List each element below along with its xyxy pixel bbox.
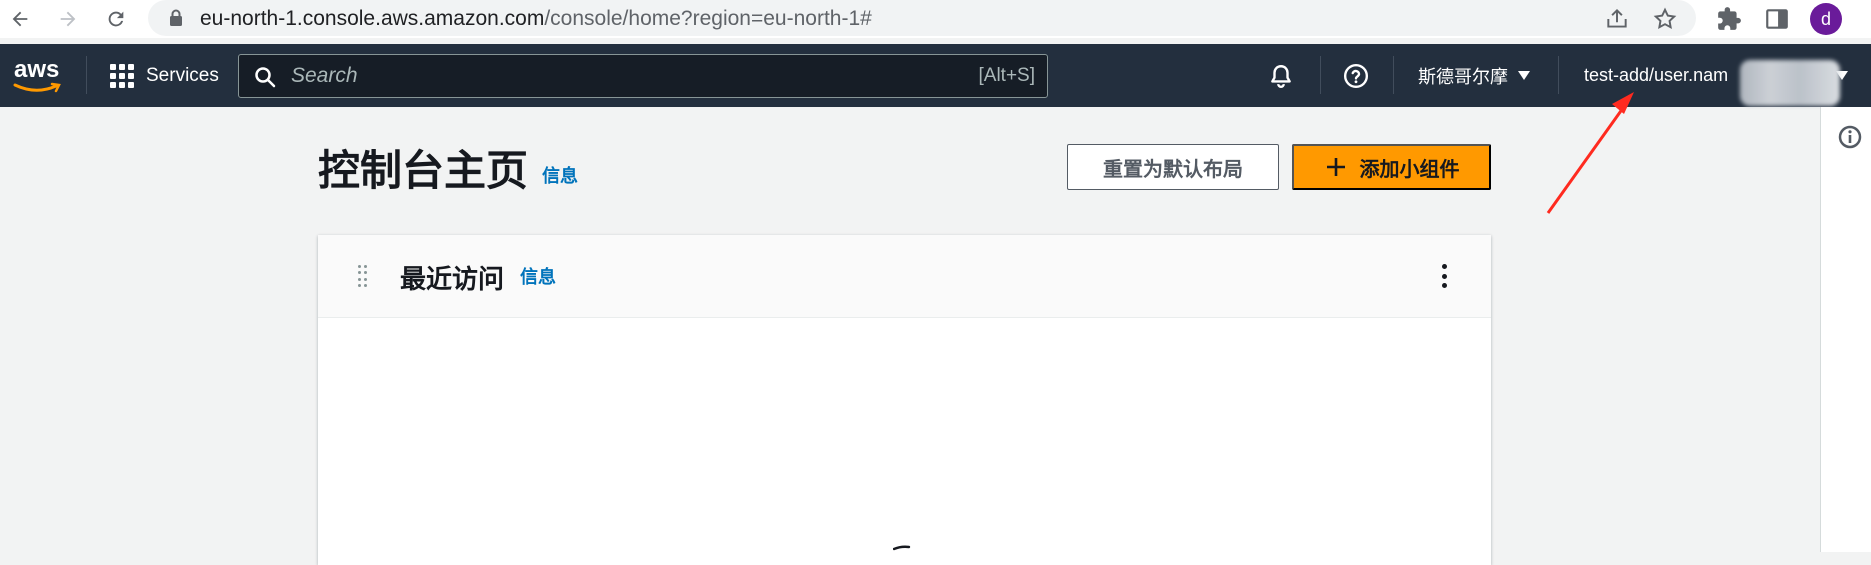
arrow-left-icon xyxy=(12,11,28,27)
services-menu-button[interactable]: Services xyxy=(110,44,219,107)
caret-down-icon xyxy=(1518,71,1530,80)
help-button[interactable] xyxy=(1341,61,1371,91)
arrow-right-icon xyxy=(60,11,76,27)
nav-divider xyxy=(86,56,87,94)
page-title: 控制台主页 xyxy=(318,147,529,194)
info-circle-icon[interactable] xyxy=(1838,125,1862,149)
tools-panel-strip xyxy=(1820,107,1871,552)
address-bar[interactable]: eu-north-1.console.aws.amazon.com/consol… xyxy=(148,0,1696,36)
widget-actions-kebab-icon[interactable] xyxy=(1434,261,1454,291)
widget-title: 最近访问 xyxy=(400,264,505,294)
add-widget-label: 添加小组件 xyxy=(1359,158,1460,181)
help-question-icon xyxy=(1343,63,1369,89)
url-host: eu-north-1.console.aws.amazon.com xyxy=(200,7,545,30)
notifications-button[interactable] xyxy=(1266,61,1296,91)
aws-logo[interactable]: aws xyxy=(12,56,64,93)
url-path: /console/home?region=eu-north-1# xyxy=(544,7,872,30)
aws-logo-text: aws xyxy=(14,56,60,83)
plus-icon xyxy=(1326,158,1345,176)
share-icon[interactable] xyxy=(1604,6,1630,32)
loading-spinner-icon xyxy=(893,545,911,551)
redaction-blur xyxy=(1740,60,1840,106)
drag-handle-icon[interactable] xyxy=(358,265,368,287)
browser-toolbar: eu-north-1.console.aws.amazon.com/consol… xyxy=(0,0,1871,38)
bell-icon xyxy=(1271,65,1291,88)
reload-button[interactable] xyxy=(102,5,130,33)
reload-icon xyxy=(108,11,124,27)
services-label: Services xyxy=(146,64,219,86)
page-title-info-link[interactable]: 信息 xyxy=(542,162,578,188)
widget-info-link[interactable]: 信息 xyxy=(520,263,556,289)
nav-divider xyxy=(1393,56,1394,94)
aws-top-navigation: aws Services [Alt+S] xyxy=(0,44,1871,107)
profile-avatar[interactable]: d xyxy=(1810,3,1842,35)
url-text: eu-north-1.console.aws.amazon.com/consol… xyxy=(200,7,872,31)
region-label: 斯德哥尔摩 xyxy=(1418,66,1508,87)
reset-layout-label: 重置为默认布局 xyxy=(1103,158,1243,181)
recently-visited-widget: 最近访问 信息 xyxy=(318,235,1491,565)
aws-smile-icon xyxy=(13,82,61,93)
side-panel-icon[interactable] xyxy=(1764,6,1790,32)
extensions-puzzle-icon[interactable] xyxy=(1716,6,1742,32)
search-input[interactable] xyxy=(291,61,891,91)
region-selector[interactable]: 斯德哥尔摩 xyxy=(1418,44,1530,107)
back-button[interactable] xyxy=(6,5,34,33)
apps-grid-icon xyxy=(110,63,134,88)
search-icon xyxy=(255,67,276,88)
lock-icon xyxy=(170,9,182,26)
nav-divider xyxy=(1558,56,1559,94)
account-label: test-add/user.nam xyxy=(1584,65,1729,85)
widget-header: 最近访问 信息 xyxy=(318,235,1491,318)
search-shortcut-hint: [Alt+S] xyxy=(978,65,1036,86)
add-widget-button[interactable]: 添加小组件 xyxy=(1292,144,1491,190)
reset-layout-button[interactable]: 重置为默认布局 xyxy=(1067,144,1279,190)
forward-button[interactable] xyxy=(54,5,82,33)
search-bar[interactable]: [Alt+S] xyxy=(238,54,1048,98)
nav-divider xyxy=(1320,56,1321,94)
bookmark-star-icon[interactable] xyxy=(1652,6,1678,32)
